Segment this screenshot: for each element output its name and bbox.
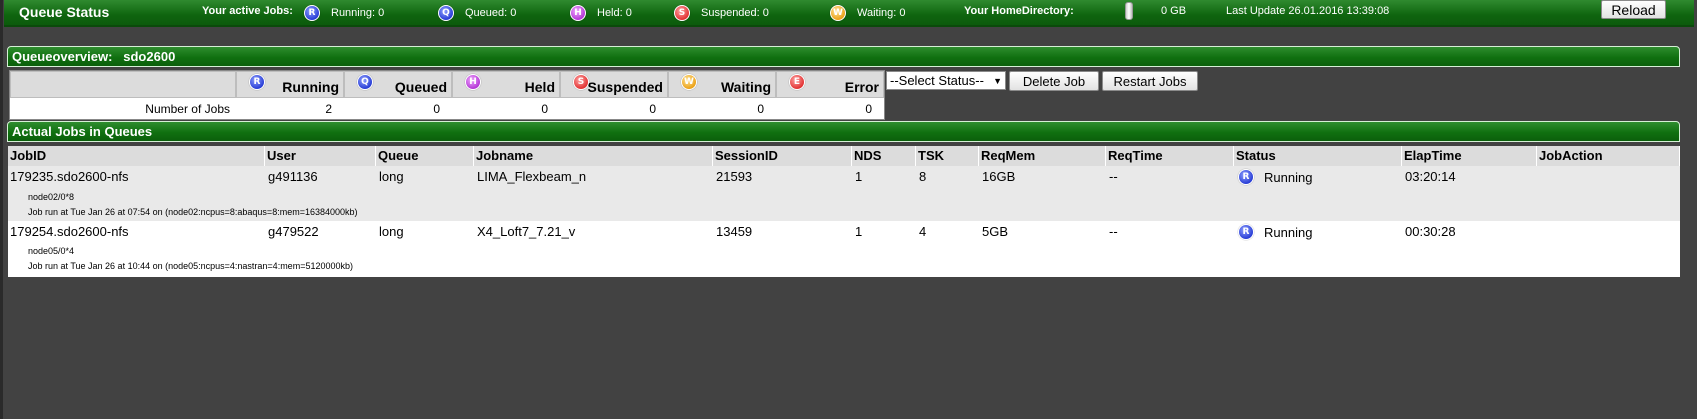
col-jobname: Jobname [474,146,713,166]
waiting-count: W Waiting: 0 [830,5,906,21]
waiting-icon: W [830,5,846,21]
suspended-icon: S [674,5,690,21]
last-update: Last Update 26.01.2016 13:39:08 [1226,5,1390,17]
queue-overview-title: Queueoverview: sdo2600 [12,49,176,64]
job-run-detail: Job run at Tue Jan 26 at 07:54 on (node0… [28,207,358,217]
held-icon: H [570,5,586,21]
job-reqmem: 16GB [982,169,1016,184]
status-select[interactable]: --Select Status-- ▼ [886,71,1006,90]
job-nds: 1 [855,224,863,239]
held-count: H Held: 0 [570,5,632,21]
page-title: Queue Status [19,4,110,20]
overview-col-held: H Held [452,71,560,98]
job-id: 179254.sdo2600-nfs [10,224,129,239]
jobs-title: Actual Jobs in Queues [12,124,153,139]
overview-col-error: E Error [776,71,884,98]
running-icon: R [1238,169,1254,185]
col-sessionid: SessionID [713,146,852,166]
job-user: g491136 [268,169,318,184]
col-tsk: TSK [916,146,979,166]
home-directory-size: 0 GB [1161,5,1187,17]
job-nds: 1 [855,169,863,184]
running-icon: R [1238,224,1254,240]
suspended-icon: S [573,74,589,90]
col-jobaction: JobAction [1537,146,1680,166]
running-value: 2 [325,102,332,116]
col-jobid: JobID [8,146,265,166]
col-queue: Queue [376,146,474,166]
running-icon: R [304,5,320,21]
job-tsk: 8 [919,169,927,184]
home-directory-label: Your HomeDirectory: [964,5,1074,17]
running-count: R Running: 0 [304,5,384,21]
job-session: 21593 [716,169,753,184]
job-run-detail: Job run at Tue Jan 26 at 10:44 on (node0… [28,261,353,271]
overview-col-queued: Q Queued [344,71,452,98]
job-reqmem: 5GB [982,224,1009,239]
jobs-header: Actual Jobs in Queues [7,121,1680,142]
queue-overview-table: R Running Q Queued H Held S Suspended W … [9,70,885,120]
suspended-count: S Suspended: 0 [674,5,769,21]
job-node-detail: node05/0*4 [28,246,75,256]
job-elaptime: 03:20:14 [1405,169,1456,184]
job-user: g479522 [268,224,319,239]
col-elaptime: ElapTime [1402,146,1537,166]
overview-col-running: R Running [236,71,344,98]
status-bar: Queue Status Your active Jobs: R Running… [4,0,1694,27]
job-queue: long [379,224,404,239]
job-name: X4_Loft7_7.21_v [477,224,576,239]
jobs-table: JobID User Queue Jobname SessionID NDS T… [8,146,1680,277]
job-node-detail: node02/0*8 [28,192,75,202]
error-icon: E [789,74,805,90]
job-tsk: 4 [919,224,927,239]
held-icon: H [465,74,481,90]
job-elaptime: 00:30:28 [1405,224,1456,239]
job-reqtime: -- [1109,169,1118,184]
col-reqtime: ReqTime [1106,146,1234,166]
overview-corner-cell [10,71,236,98]
col-user: User [265,146,376,166]
job-id: 179235.sdo2600-nfs [10,169,129,184]
col-reqmem: ReqMem [979,146,1106,166]
job-session: 13459 [716,224,753,239]
queued-count: Q Queued: 0 [438,5,516,21]
queued-value: 0 [433,102,440,116]
job-status: R Running [1236,221,1314,243]
job-status: R Running [1236,166,1314,188]
held-value: 0 [541,102,548,116]
queued-icon: Q [438,5,454,21]
queued-icon: Q [357,74,373,90]
job-reqtime: -- [1109,224,1118,239]
window-edge [0,0,3,419]
restart-jobs-button[interactable]: Restart Jobs [1102,71,1198,91]
status-select-value: --Select Status-- [890,73,984,88]
reload-button[interactable]: Reload [1601,0,1666,19]
disk-usage-icon [1125,2,1133,20]
suspended-value: 0 [649,102,656,116]
col-status: Status [1234,146,1402,166]
waiting-icon: W [681,74,697,90]
delete-job-button[interactable]: Delete Job [1009,71,1099,91]
job-queue: long [379,169,404,184]
waiting-value: 0 [757,102,764,116]
running-icon: R [249,74,265,90]
number-of-jobs-label: Number of Jobs [145,102,230,116]
job-name: LIMA_Flexbeam_n [477,169,587,184]
col-nds: NDS [852,146,916,166]
queue-overview-header: Queueoverview: sdo2600 [7,46,1680,67]
overview-col-waiting: W Waiting [668,71,776,98]
overview-col-suspended: S Suspended [560,71,668,98]
active-jobs-label: Your active Jobs: [202,5,293,17]
chevron-down-icon: ▼ [993,75,1002,86]
error-value: 0 [865,102,872,116]
